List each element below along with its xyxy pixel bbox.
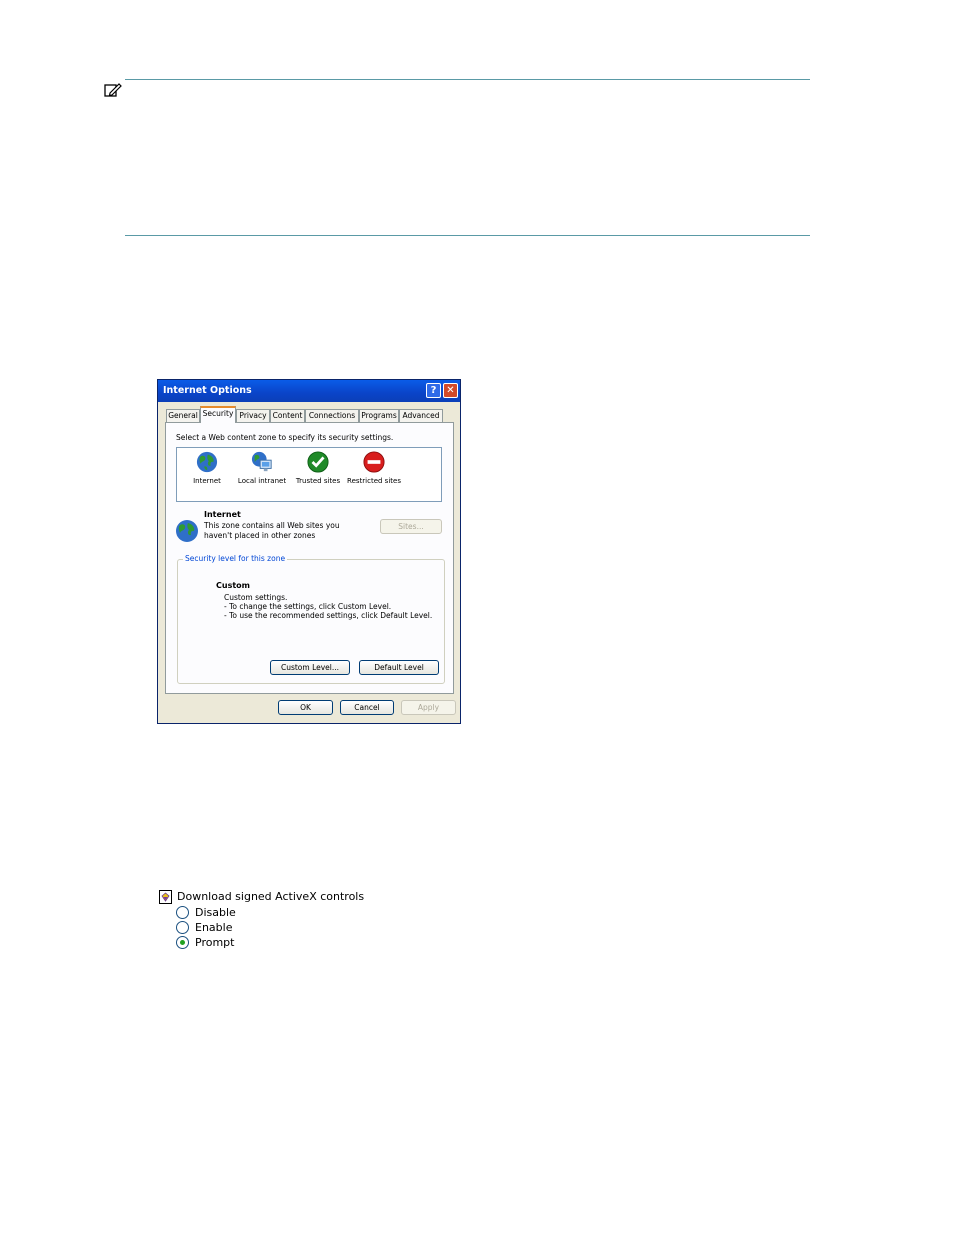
restricted-icon bbox=[363, 451, 385, 473]
radio-label-enable: Enable bbox=[195, 921, 233, 934]
apply-button[interactable]: Apply bbox=[401, 700, 456, 715]
sites-button[interactable]: Sites... bbox=[380, 519, 442, 534]
security-level-group: Security level for this zone Custom Cust… bbox=[177, 554, 445, 684]
note-bottom-rule bbox=[125, 235, 810, 236]
tab-connections[interactable]: Connections bbox=[305, 409, 359, 422]
settings-page-icon bbox=[159, 890, 172, 904]
close-button[interactable]: ✕ bbox=[443, 383, 458, 398]
zone-restricted-sites[interactable]: Restricted sites bbox=[346, 451, 402, 486]
radio-enable[interactable] bbox=[176, 921, 189, 934]
zone-local-intranet[interactable]: Local intranet bbox=[234, 451, 290, 486]
activex-setting-title: Download signed ActiveX controls bbox=[177, 890, 365, 903]
radio-prompt[interactable] bbox=[176, 936, 189, 949]
radio-disable[interactable] bbox=[176, 906, 189, 919]
tab-privacy[interactable]: Privacy bbox=[236, 409, 270, 422]
zone-trusted-sites[interactable]: Trusted sites bbox=[290, 451, 346, 486]
selected-zone-name: Internet bbox=[204, 510, 241, 519]
security-level-legend: Security level for this zone bbox=[183, 554, 288, 563]
ok-button[interactable]: OK bbox=[278, 700, 333, 715]
zone-label-trusted-sites: Trusted sites bbox=[295, 477, 341, 485]
custom-level-button[interactable]: Custom Level... bbox=[270, 660, 350, 675]
dialog-title: Internet Options bbox=[163, 385, 252, 396]
tab-security[interactable]: Security bbox=[200, 406, 236, 423]
note-pencil-icon bbox=[104, 83, 122, 97]
globe-icon bbox=[196, 451, 218, 473]
zone-label-internet: Internet bbox=[193, 477, 221, 485]
level-description-line: Custom settings. bbox=[224, 593, 288, 602]
selected-zone-globe-icon bbox=[176, 520, 198, 542]
tab-content[interactable]: Content bbox=[270, 409, 305, 422]
cancel-button[interactable]: Cancel bbox=[340, 700, 394, 715]
zone-list: Internet Local intranet Trusted sites Re… bbox=[176, 447, 442, 502]
selected-zone-description: This zone contains all Web sites you hav… bbox=[204, 521, 340, 540]
zone-internet[interactable]: Internet bbox=[179, 451, 235, 486]
default-level-button[interactable]: Default Level bbox=[359, 660, 439, 675]
help-button[interactable]: ? bbox=[426, 383, 441, 398]
radio-label-disable: Disable bbox=[195, 906, 236, 919]
internet-options-dialog: Internet Options ? ✕ General Security Pr… bbox=[157, 379, 461, 724]
security-level-name: Custom bbox=[216, 581, 250, 590]
tab-general[interactable]: General bbox=[166, 409, 200, 422]
radio-selected-dot bbox=[180, 940, 185, 945]
level-description-line: - To change the settings, click Custom L… bbox=[224, 602, 392, 611]
tab-programs[interactable]: Programs bbox=[359, 409, 399, 422]
dialog-titlebar[interactable]: Internet Options ? ✕ bbox=[158, 380, 460, 402]
zone-label-local-intranet: Local intranet bbox=[237, 477, 287, 485]
radio-label-prompt: Prompt bbox=[195, 936, 235, 949]
zone-prompt: Select a Web content zone to specify its… bbox=[176, 433, 394, 442]
zone-label-restricted-sites: Restricted sites bbox=[347, 477, 401, 485]
checkmark-icon bbox=[307, 451, 329, 473]
intranet-icon bbox=[251, 451, 272, 472]
note-top-rule bbox=[125, 79, 810, 80]
security-tab-panel: Select a Web content zone to specify its… bbox=[165, 422, 454, 694]
tab-advanced[interactable]: Advanced bbox=[399, 409, 443, 422]
level-description-line: - To use the recommended settings, click… bbox=[224, 611, 433, 620]
